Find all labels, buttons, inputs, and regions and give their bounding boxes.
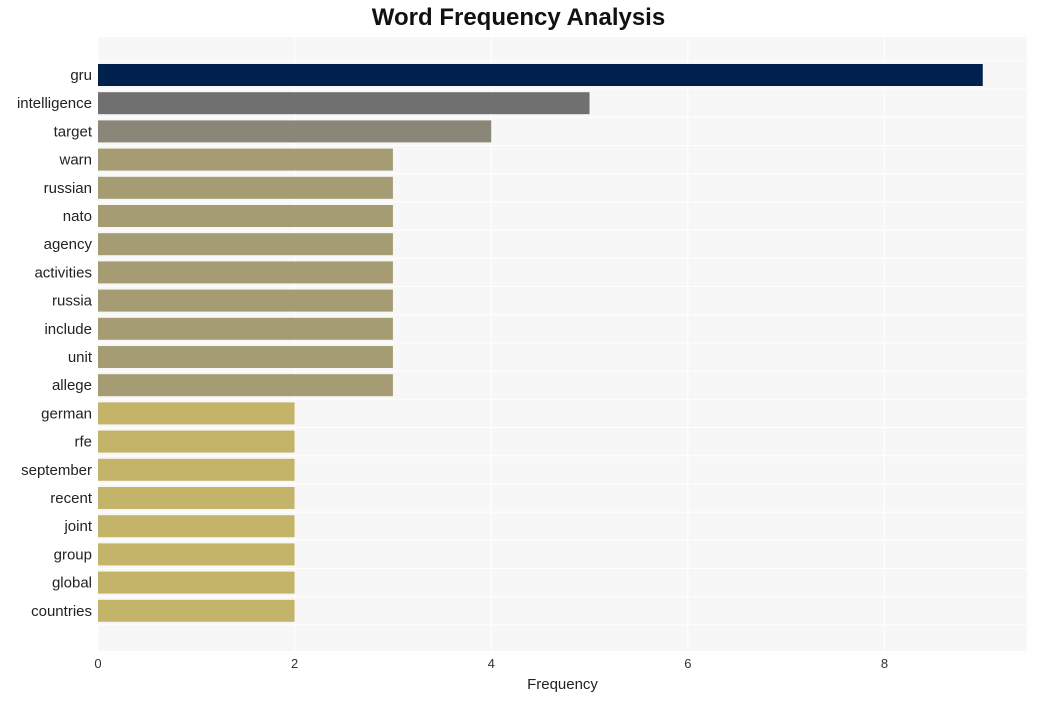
y-tick-label: german [41,405,92,422]
y-tick-label: countries [31,603,92,620]
bar-joint [98,515,295,538]
x-tick-label: 6 [684,656,691,671]
y-tick-label: gru [70,67,92,84]
bar-russia [98,289,393,312]
y-tick-label: intelligence [17,95,92,112]
bar-russian [98,176,393,199]
bar-gru [98,64,983,86]
y-tick-label: target [54,123,93,140]
bar-nato [98,205,393,227]
bar-include [98,317,393,340]
bar-chart: 0 2 4 6 8 gru intelligence target warn russian nat… [17,37,1027,693]
bar-rfe [98,430,295,453]
x-tick-label: 4 [488,656,495,671]
x-tick-label: 0 [94,656,101,671]
bar-intelligence [98,92,590,115]
bar-countries [98,599,295,622]
y-tick-label: allege [52,377,92,394]
y-tick-label: global [52,575,92,592]
y-tick-label: recent [50,490,93,507]
y-tick-label: joint [63,518,92,535]
y-tick-label: russia [52,293,93,310]
bar-september [98,458,295,481]
bar-recent [98,487,295,509]
y-tick-label: agency [44,236,93,253]
y-tick-label: include [44,321,92,338]
y-tick-label: september [21,462,92,479]
x-tick-label: 8 [881,656,888,671]
bar-group [98,543,295,566]
bar-allege [98,374,393,397]
y-tick-label: warn [58,152,92,169]
bar-global [98,571,295,594]
bar-german [98,402,295,425]
bar-unit [98,346,393,368]
y-tick-label: nato [63,208,92,225]
y-tick-label: group [54,546,92,563]
bar-warn [98,148,393,171]
y-tick-label: unit [68,349,93,366]
y-tick-label: russian [44,180,92,197]
bar-target [98,120,492,143]
bar-activities [98,261,393,284]
bar-agency [98,233,393,256]
x-tick-label: 2 [291,656,298,671]
y-tick-label: activities [34,264,92,281]
y-tick-label: rfe [74,434,92,451]
x-axis-label: Frequency [527,676,598,693]
